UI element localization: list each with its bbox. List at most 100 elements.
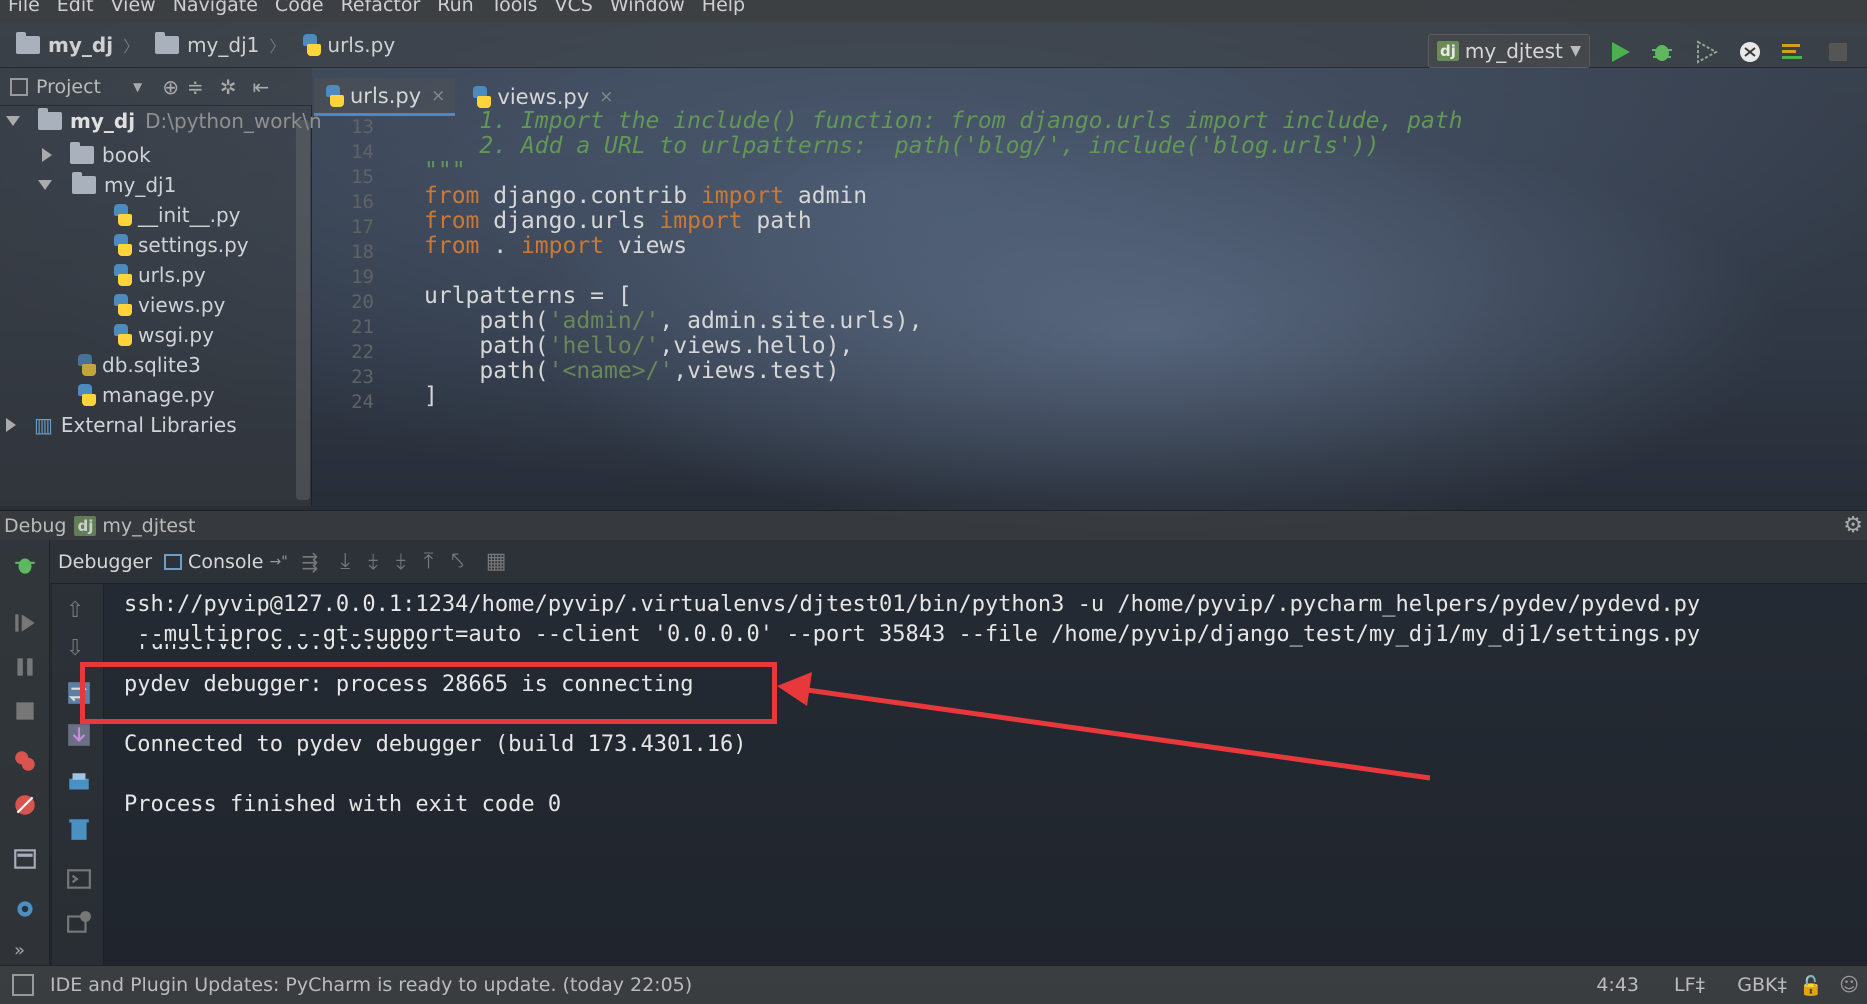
close-icon[interactable]: × [599, 87, 613, 107]
breadcrumb-root[interactable]: my_dj 〉 [16, 31, 139, 57]
view-breakpoints-icon[interactable] [12, 748, 38, 774]
code-editor[interactable]: 1. Import the include() function: from d… [314, 108, 1867, 468]
menu-item-window[interactable]: Window [610, 0, 685, 15]
tree-item-my-dj1[interactable]: my_dj1 [38, 170, 176, 200]
gear-icon[interactable]: ⚙ [1843, 513, 1863, 538]
expand-arrow-icon[interactable] [38, 180, 52, 190]
debug-console-output[interactable]: ssh://pyvip@127.0.0.1:1234/home/pyvip/.v… [104, 584, 1867, 965]
tree-item-manage[interactable]: manage.py [76, 380, 215, 410]
breadcrumb-folder[interactable]: my_dj1 〉 [155, 31, 285, 57]
tree-item-book[interactable]: book [42, 140, 151, 170]
stop-icon[interactable] [1826, 40, 1850, 64]
cursor-position[interactable]: 4:43 [1596, 974, 1639, 996]
code-line: from . import views [424, 233, 687, 259]
tree-item-urls[interactable]: urls.py [112, 260, 206, 290]
project-scrollbar[interactable] [296, 120, 310, 500]
menu-item-code[interactable]: Code [275, 0, 324, 15]
code-line: """ [424, 158, 466, 184]
tree-item-views[interactable]: views.py [112, 290, 225, 320]
collapse-all-icon[interactable]: ≑ [187, 75, 204, 99]
code-line: ] [424, 383, 438, 409]
clear-all-icon[interactable] [66, 816, 92, 842]
profile-icon[interactable] [1738, 40, 1762, 64]
inspector-icon[interactable]: ☺ [1839, 974, 1859, 996]
tool-window-toggle-icon[interactable] [12, 974, 34, 996]
restore-layout-icon[interactable] [12, 846, 38, 872]
tree-item-external-libraries[interactable]: ▥ External Libraries [6, 410, 237, 440]
run-configuration-select[interactable]: dj my_djtest ▼ [1428, 34, 1590, 68]
close-icon[interactable]: × [431, 86, 445, 106]
evaluate-expression-icon[interactable]: ▦ [486, 549, 507, 574]
expand-arrow-icon[interactable] [6, 116, 20, 126]
debug-config-label[interactable]: my_djtest [102, 515, 195, 537]
line-separator[interactable]: LF‡ [1674, 974, 1705, 996]
print-icon[interactable] [66, 770, 92, 796]
project-panel-title[interactable]: Project [36, 76, 101, 98]
show-execution-point-icon[interactable]: ⇶ [302, 550, 319, 574]
step-over-icon[interactable]: ⤓ [340, 549, 350, 574]
file-encoding[interactable]: GBK‡ [1737, 974, 1787, 996]
debug-icon[interactable] [1650, 40, 1674, 64]
menu-item-view[interactable]: View [111, 0, 156, 15]
tree-item-init[interactable]: __init__.py [112, 200, 241, 230]
pause-icon[interactable] [12, 654, 38, 680]
locate-icon[interactable]: ⊕ [162, 75, 179, 99]
folder-icon [38, 108, 62, 130]
menu-item-file[interactable]: File [8, 0, 40, 15]
settings-icon[interactable]: ✲ [220, 75, 237, 99]
chevron-down-icon[interactable]: ▼ [133, 80, 142, 94]
step-out-icon[interactable]: ⤒ [424, 549, 434, 574]
tree-item-label: __init__.py [138, 203, 241, 227]
menu-item-refactor[interactable]: Refactor [341, 0, 421, 15]
python-file-icon [112, 324, 132, 346]
menu-item-navigate[interactable]: Navigate [173, 0, 258, 15]
mute-breakpoints-icon[interactable] [12, 792, 38, 818]
coverage-icon[interactable] [1694, 40, 1718, 64]
step-into-my-code-icon[interactable]: ⤈ [396, 549, 406, 574]
project-panel-header: Project ▼ ⊕ ≑ ✲ ⇤ [0, 68, 312, 106]
lock-icon[interactable]: 🔓 [1799, 974, 1823, 997]
tree-item-wsgi[interactable]: wsgi.py [112, 320, 214, 350]
breadcrumb-file[interactable]: urls.py [301, 33, 395, 57]
code-token: import [700, 183, 785, 209]
menu-item-tools[interactable]: Tools [491, 0, 538, 15]
database-file-icon [76, 354, 96, 376]
status-bar: IDE and Plugin Updates: PyCharm is ready… [0, 965, 1867, 1004]
settings-icon[interactable] [66, 910, 92, 936]
settings-icon[interactable] [12, 896, 38, 922]
collapsed-arrow-icon[interactable] [42, 148, 52, 162]
tree-item-db-sqlite3[interactable]: db.sqlite3 [76, 350, 201, 380]
scroll-up-icon[interactable]: ⇧ [66, 598, 92, 624]
tree-item-settings[interactable]: settings.py [112, 230, 249, 260]
scroll-down-icon[interactable]: ⇩ [66, 636, 92, 662]
run-concurrency-icon[interactable] [1780, 40, 1804, 64]
code-token: from [424, 208, 480, 234]
resume-icon[interactable] [12, 610, 38, 636]
menu-item-help[interactable]: Help [702, 0, 745, 15]
debug-bug-icon[interactable] [12, 552, 38, 578]
tab-debugger[interactable]: Debugger [58, 551, 152, 573]
step-into-icon[interactable]: ⤈ [368, 549, 378, 574]
console-line: Connected to pydev debugger (build 173.4… [124, 732, 747, 757]
run-to-cursor-icon[interactable]: ⤣ [451, 549, 463, 574]
scroll-to-end-icon[interactable] [66, 722, 92, 748]
collapsed-arrow-icon[interactable] [6, 418, 16, 432]
menu-item-edit[interactable]: Edit [57, 0, 94, 15]
hide-panel-icon[interactable]: ⇤ [253, 75, 270, 99]
breadcrumb-root-label: my_dj [48, 32, 114, 57]
tree-item-label: db.sqlite3 [102, 353, 201, 377]
tab-console[interactable]: Console [188, 551, 263, 573]
terminal-icon[interactable] [66, 866, 92, 892]
more-icon[interactable]: » [14, 940, 25, 961]
menu-item-run[interactable]: Run [437, 0, 473, 15]
code-token: from [424, 233, 480, 259]
menu-item-vcs[interactable]: VCS [555, 0, 593, 15]
stop-icon[interactable] [12, 698, 38, 724]
tree-item-my-dj[interactable]: my_dj D:\python_work\n [6, 106, 322, 136]
tree-item-label: views.py [138, 293, 226, 317]
tree-item-label: urls.py [138, 263, 206, 287]
run-icon[interactable] [1608, 40, 1632, 64]
status-message[interactable]: IDE and Plugin Updates: PyCharm is ready… [50, 974, 692, 996]
code-token: django.contrib [479, 183, 701, 209]
python-file-icon [324, 84, 344, 107]
